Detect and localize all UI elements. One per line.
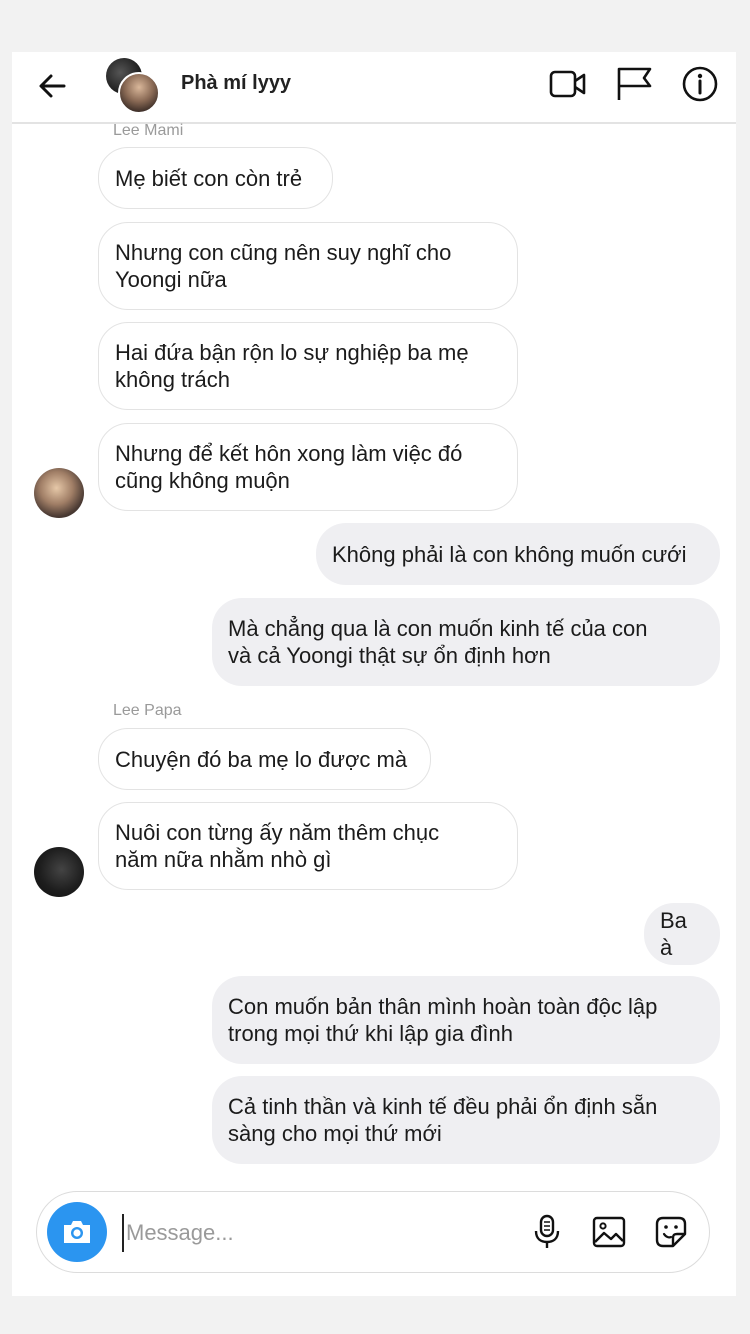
message-text: Ba à <box>660 908 687 960</box>
incoming-message[interactable]: Chuyện đó ba mẹ lo được mà <box>98 728 431 790</box>
info-icon[interactable] <box>680 64 720 104</box>
message-text: Nhưng con cũng nên suy nghĩ cho Yoongi n… <box>115 240 452 292</box>
message-text: Con muốn bản thân mình hoàn toàn độc lập… <box>228 994 658 1046</box>
flag-icon[interactable] <box>614 64 654 104</box>
sender-name: Lee Papa <box>113 702 182 719</box>
avatar[interactable] <box>34 847 84 897</box>
incoming-message[interactable]: Mẹ biết con còn trẻ <box>98 147 333 209</box>
camera-button[interactable] <box>47 1202 107 1262</box>
video-call-icon[interactable] <box>548 64 588 104</box>
message-text: Chuyện đó ba mẹ lo được mà <box>115 746 408 772</box>
incoming-message[interactable]: Nhưng để kết hôn xong làm việc đó cũng k… <box>98 423 518 511</box>
camera-icon <box>64 1221 90 1243</box>
outgoing-message[interactable]: Con muốn bản thân mình hoàn toàn độc lập… <box>212 976 720 1064</box>
message-text: Mẹ biết con còn trẻ <box>115 165 303 191</box>
outgoing-message[interactable]: Cả tinh thần và kinh tế đều phải ổn định… <box>212 1076 720 1164</box>
avatar <box>118 72 160 114</box>
outgoing-message[interactable]: Không phải là con không muốn cưới <box>316 523 720 585</box>
incoming-message[interactable]: Hai đứa bận rộn lo sự nghiệp ba mẹ không… <box>98 322 518 410</box>
chat-title[interactable]: Phà mí lyyy <box>181 72 291 95</box>
message-text: Nuôi con từng ấy năm thêm chục năm nữa n… <box>115 820 440 872</box>
message-text: Không phải là con không muốn cưới <box>332 541 687 567</box>
microphone-icon[interactable] <box>527 1212 567 1252</box>
message-text: Mà chẳng qua là con muốn kinh tế của con… <box>228 616 648 668</box>
message-text: Hai đứa bận rộn lo sự nghiệp ba mẹ không… <box>115 340 469 392</box>
sticker-icon[interactable] <box>651 1212 691 1252</box>
chat-screen: Phà mí lyyy Lee Mami Mẹ biết con còn trẻ… <box>12 52 736 1296</box>
incoming-message[interactable]: Nuôi con từng ấy năm thêm chục năm nữa n… <box>98 802 518 890</box>
message-composer <box>36 1191 710 1273</box>
group-avatar[interactable] <box>106 58 160 114</box>
avatar[interactable] <box>34 468 84 518</box>
gallery-icon[interactable] <box>589 1212 629 1252</box>
sender-name: Lee Mami <box>113 122 184 139</box>
back-arrow-icon[interactable] <box>34 68 70 104</box>
outgoing-message[interactable]: Mà chẳng qua là con muốn kinh tế của con… <box>212 598 720 686</box>
outgoing-message[interactable]: Ba à <box>644 903 720 965</box>
message-text: Nhưng để kết hôn xong làm việc đó cũng k… <box>115 441 463 493</box>
message-input[interactable] <box>122 1214 508 1252</box>
chat-header: Phà mí lyyy <box>12 52 736 124</box>
incoming-message[interactable]: Nhưng con cũng nên suy nghĩ cho Yoongi n… <box>98 222 518 310</box>
message-text: Cả tinh thần và kinh tế đều phải ổn định… <box>228 1094 658 1146</box>
